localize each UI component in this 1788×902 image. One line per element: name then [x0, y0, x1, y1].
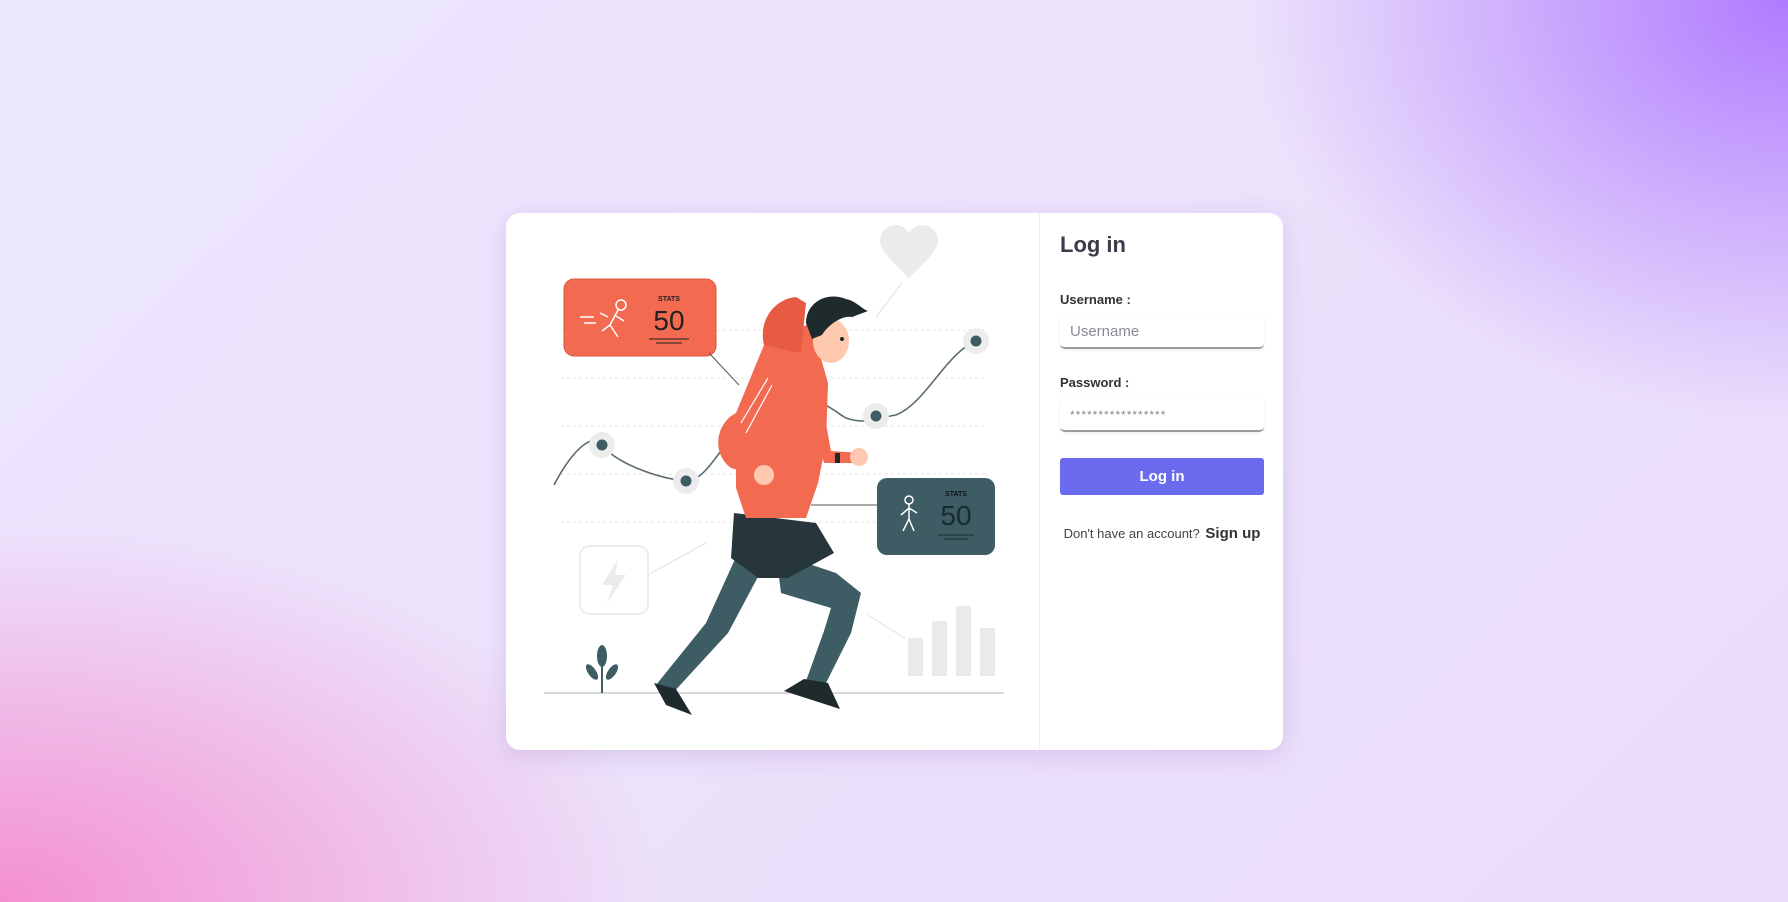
password-label: Password :: [1060, 375, 1130, 390]
signup-prompt: Don't have an account?: [1063, 526, 1200, 541]
login-card: STATS 50 STATS 50 Log in Username: User…: [506, 213, 1283, 750]
password-input[interactable]: [1060, 398, 1264, 432]
stats-caption: STATS: [658, 296, 680, 303]
stats-value: 50: [940, 500, 971, 531]
runner-figure: [654, 296, 868, 715]
stats-value: 50: [653, 305, 684, 336]
stats-card-dark: [877, 478, 995, 555]
runner-illustration: STATS 50 STATS 50: [506, 213, 1040, 750]
login-form: Log in Username : Password : Log in Don'…: [1040, 213, 1283, 750]
page-title: Log in: [1060, 232, 1126, 257]
username-input[interactable]: [1060, 315, 1264, 349]
login-button[interactable]: Log in: [1060, 458, 1264, 495]
username-label: Username :: [1060, 292, 1131, 307]
signup-row: Don't have an account? Sign up: [1060, 525, 1264, 542]
stats-caption: STATS: [945, 491, 967, 498]
signup-link[interactable]: Sign up: [1205, 525, 1260, 542]
heart-icon: [880, 225, 938, 278]
